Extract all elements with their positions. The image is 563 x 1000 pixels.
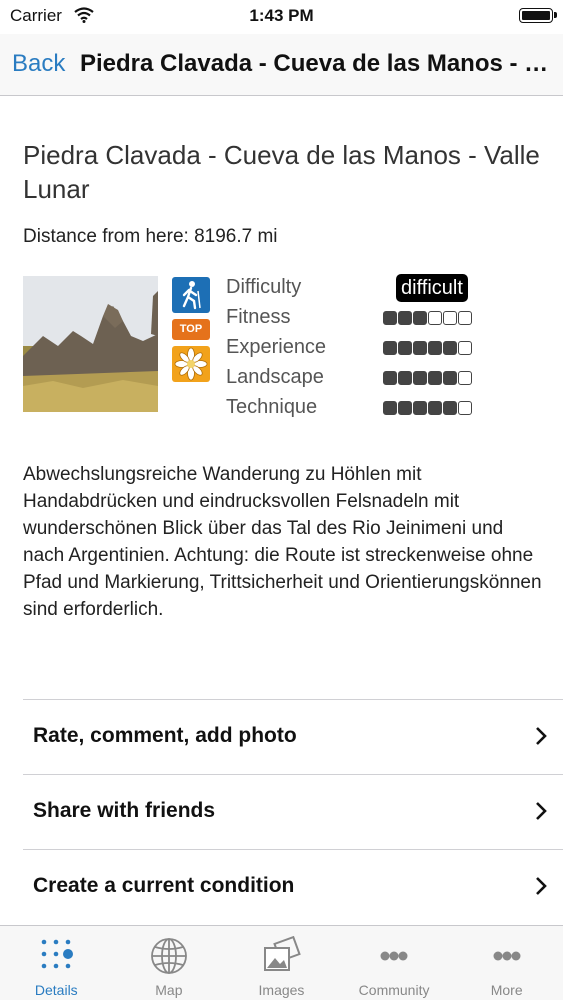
- rating-dot-empty: [458, 341, 472, 355]
- experience-label: Experience: [226, 336, 327, 358]
- more-icon: [487, 936, 527, 981]
- images-icon: [261, 935, 302, 981]
- action-list: Rate, comment, add photo Share with frie…: [0, 699, 563, 924]
- globe-icon: [149, 936, 189, 981]
- rating-dot-filled: [413, 401, 427, 415]
- chevron-right-icon: [535, 801, 547, 826]
- technique-rating: [383, 401, 472, 415]
- rating-dot-filled: [428, 371, 442, 385]
- rating-dot-empty: [458, 371, 472, 385]
- create-condition-label: Create a current condition: [33, 874, 295, 897]
- fitness-rating: [383, 311, 472, 325]
- tab-bar: Details Map Images Community More: [0, 925, 563, 1000]
- landscape-rating: [383, 371, 472, 385]
- navigation-bar: Back Piedra Clavada - Cueva de las Manos…: [0, 34, 563, 96]
- rating-dot-filled: [428, 341, 442, 355]
- rating-dot-empty: [458, 311, 472, 325]
- rating-dot-filled: [398, 371, 412, 385]
- difficulty-badge: difficult: [396, 274, 468, 302]
- route-description: Abwechslungsreiche Wanderung zu Höhlen m…: [23, 464, 542, 620]
- rating-dot-empty: [428, 311, 442, 325]
- battery-icon: [519, 8, 557, 23]
- tab-images-label: Images: [258, 982, 305, 998]
- chevron-right-icon: [535, 876, 547, 901]
- tab-community-label: Community: [358, 982, 430, 998]
- experience-rating: [383, 341, 472, 355]
- rating-dot-empty: [458, 401, 472, 415]
- rating-dot-filled: [398, 401, 412, 415]
- tab-images[interactable]: Images: [225, 926, 338, 1000]
- rate-comment-row[interactable]: Rate, comment, add photo: [23, 699, 563, 774]
- rating-dot-filled: [443, 401, 457, 415]
- tab-more[interactable]: More: [450, 926, 563, 1000]
- edelweiss-icon: [172, 346, 210, 382]
- rating-dot-filled: [413, 311, 427, 325]
- community-icon: [374, 936, 414, 981]
- hiking-icon: [172, 277, 210, 313]
- rating-dot-empty: [443, 311, 457, 325]
- rating-dot-filled: [383, 401, 397, 415]
- rating-dot-filled: [443, 341, 457, 355]
- route-title: Piedra Clavada - Cueva de las Manos - Va…: [23, 140, 540, 204]
- tab-community[interactable]: Community: [338, 926, 451, 1000]
- rating-dot-filled: [398, 311, 412, 325]
- status-bar: Carrier 1:43 PM: [0, 0, 563, 34]
- share-friends-row[interactable]: Share with friends: [23, 774, 563, 849]
- route-photo[interactable]: [23, 276, 158, 412]
- fitness-label: Fitness: [226, 306, 291, 328]
- rating-dot-filled: [383, 371, 397, 385]
- tab-map[interactable]: Map: [113, 926, 226, 1000]
- share-friends-label: Share with friends: [33, 799, 216, 822]
- details-dots-icon: [36, 936, 76, 977]
- tab-details[interactable]: Details: [0, 926, 113, 1000]
- difficulty-label: Difficulty: [226, 276, 302, 298]
- rating-dot-filled: [413, 341, 427, 355]
- top-badge: TOP: [172, 319, 210, 340]
- rating-dot-filled: [413, 371, 427, 385]
- nav-title: Piedra Clavada - Cueva de las Manos - Va…: [80, 50, 555, 77]
- distance-label: Distance from here: 8196.7 mi: [23, 226, 278, 247]
- clock: 1:43 PM: [249, 6, 314, 25]
- rating-dot-filled: [398, 341, 412, 355]
- tab-more-label: More: [490, 982, 523, 998]
- landscape-label: Landscape: [226, 366, 324, 388]
- rating-dot-filled: [383, 311, 397, 325]
- technique-label: Technique: [226, 396, 318, 418]
- back-button[interactable]: Back: [12, 50, 65, 78]
- rate-comment-label: Rate, comment, add photo: [33, 724, 297, 747]
- rating-dot-filled: [428, 401, 442, 415]
- chevron-right-icon: [535, 726, 547, 751]
- tab-map-label: Map: [155, 982, 183, 998]
- create-condition-row[interactable]: Create a current condition: [23, 849, 563, 924]
- rating-dot-filled: [443, 371, 457, 385]
- rating-dot-filled: [383, 341, 397, 355]
- tab-details-label: Details: [34, 982, 78, 998]
